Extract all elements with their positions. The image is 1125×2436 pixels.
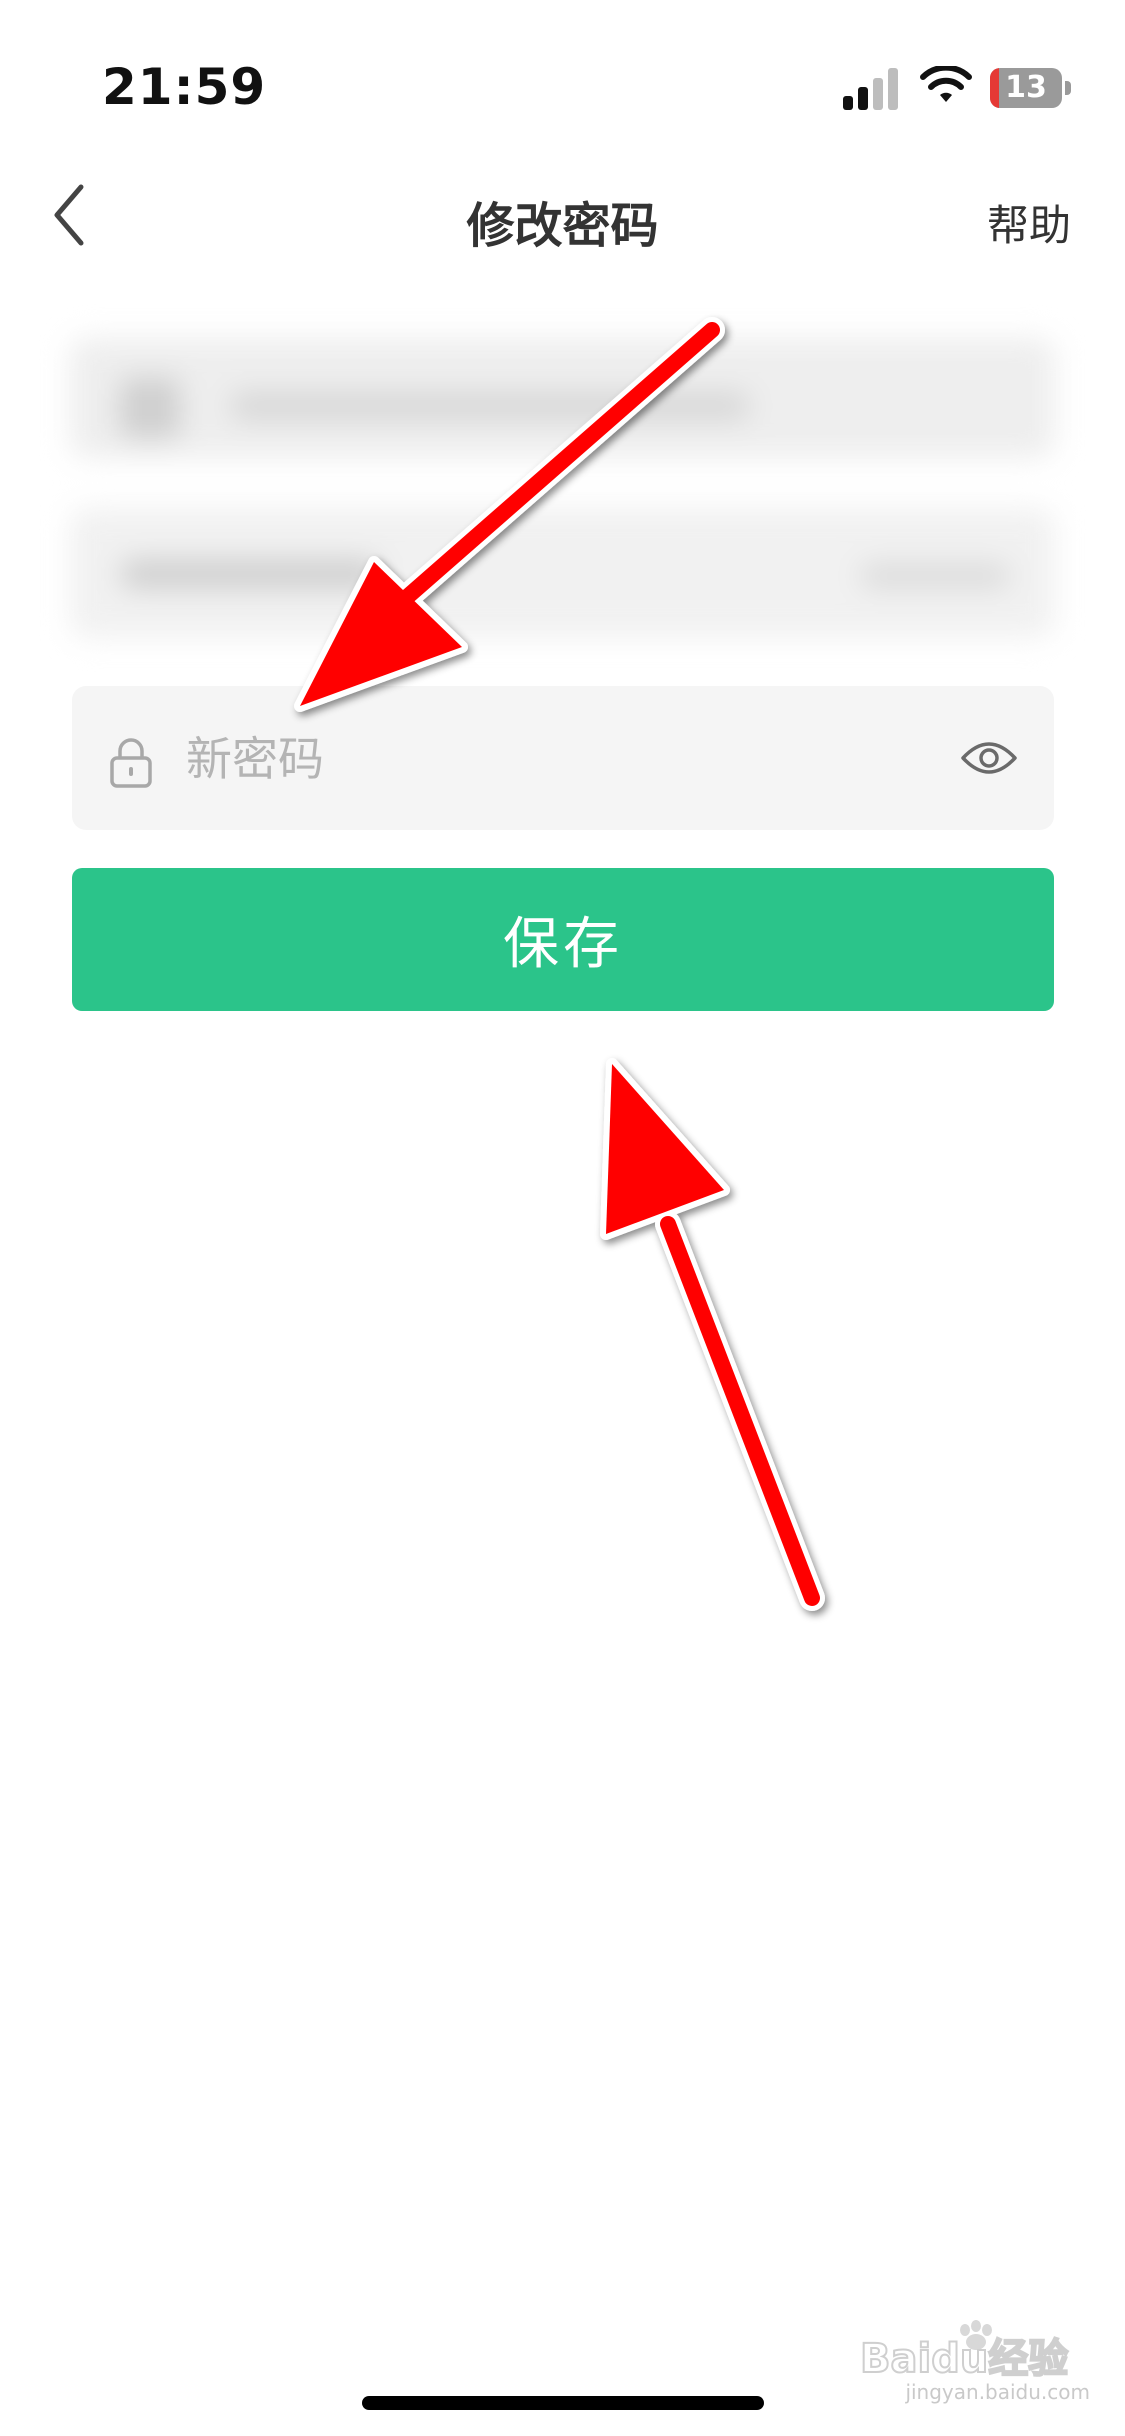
- wifi-icon: [920, 66, 972, 102]
- baidu-watermark: Baidu经验 jingyan.baidu.com: [859, 2320, 1090, 2410]
- arrow-to-save-button: [600, 1058, 825, 1611]
- svg-text:Baidu经验: Baidu经验: [860, 2336, 1068, 2380]
- battery-icon: 13: [990, 68, 1072, 108]
- navigation-bar: 修改密码 帮助: [0, 150, 1125, 280]
- help-button[interactable]: 帮助: [987, 192, 1071, 253]
- baidu-paw-logo: Baidu经验: [859, 2320, 1069, 2383]
- eye-icon[interactable]: [960, 736, 1018, 780]
- save-button[interactable]: 保存: [72, 868, 1054, 1011]
- status-bar: 21:59 13: [0, 0, 1125, 150]
- home-indicator[interactable]: [362, 2396, 764, 2410]
- blurred-account-info: [60, 318, 1065, 658]
- lock-icon: [110, 738, 152, 788]
- page-title: 修改密码: [466, 198, 659, 254]
- new-password-field[interactable]: [72, 686, 1054, 832]
- battery-level: 13: [1005, 70, 1047, 105]
- new-password-input[interactable]: [184, 686, 968, 832]
- cellular-signal-icon: [843, 68, 898, 110]
- status-time: 21:59: [102, 58, 267, 116]
- watermark-url: jingyan.baidu.com: [905, 2380, 1090, 2404]
